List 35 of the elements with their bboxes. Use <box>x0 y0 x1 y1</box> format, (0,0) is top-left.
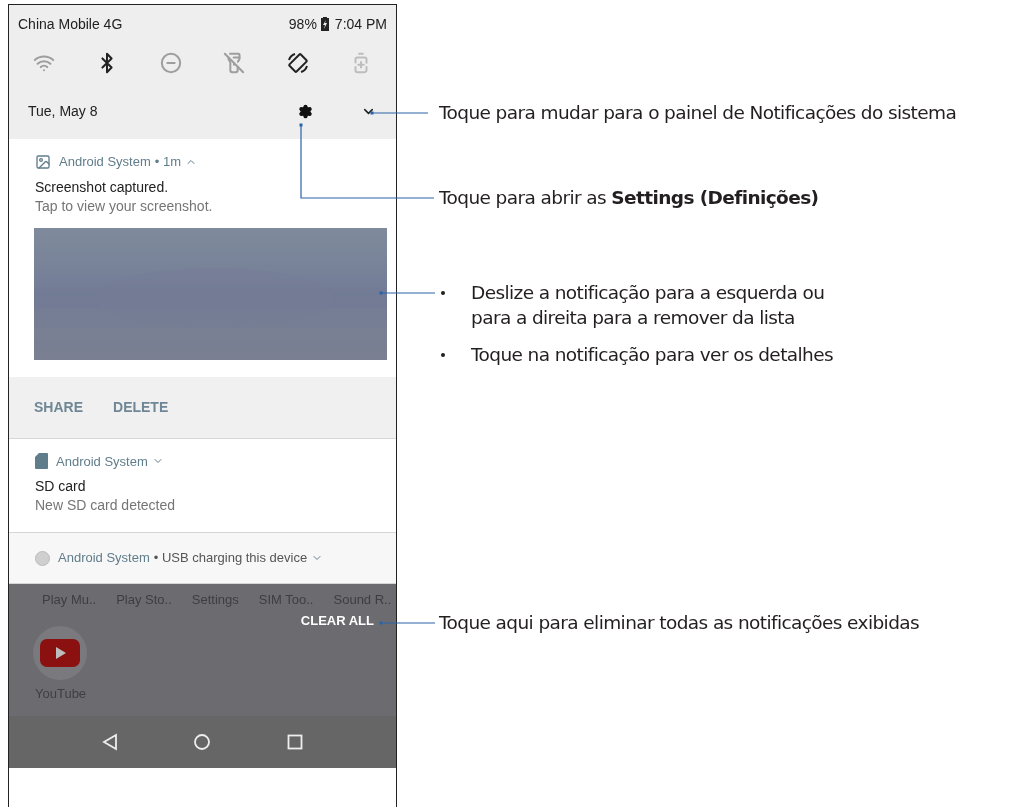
app-name: Android System <box>58 549 150 568</box>
bullet-icon <box>441 291 445 295</box>
notification-title: Screenshot captured. <box>34 177 170 197</box>
leader-line <box>379 621 436 625</box>
clock: 7:04 PM <box>334 14 387 34</box>
leader-line <box>370 111 429 115</box>
annotation-text: Toque na notificação para ver os detalhes <box>471 343 833 367</box>
overview-icon[interactable] <box>287 734 304 750</box>
app-name: Android System <box>59 153 151 171</box>
notification-text: New SD card detected <box>34 496 177 515</box>
notification-meta: • 1m <box>154 153 181 171</box>
settings-icon[interactable] <box>298 103 313 119</box>
notification-text: Tap to view your screenshot. <box>34 196 214 216</box>
carrier-label: China Mobile 4G <box>18 14 123 34</box>
annotation-text: Toque para mudar para o painel de Notificações do sistema <box>439 101 957 125</box>
battery-level: 98% <box>288 14 317 34</box>
bullet-icon <box>441 353 445 357</box>
app-name: Android System <box>56 452 148 471</box>
notification-card[interactable]: Android System • USB charging this device <box>9 533 396 584</box>
minus-circle-icon[interactable] <box>159 52 182 74</box>
back-icon[interactable] <box>101 733 118 751</box>
annotation-text: Deslize a notificação para a esquerda ou para a direita para a remover da lista <box>471 281 826 330</box>
notification-meta: • USB charging this device <box>153 549 308 568</box>
date-label: Tue, May 8 <box>28 101 99 121</box>
image-icon <box>35 153 51 170</box>
annotation-text: Toque para abrir as Settings (Definições) <box>439 186 819 210</box>
clear-all-button[interactable]: CLEAR ALL <box>298 611 376 631</box>
flashlight-off-icon[interactable] <box>223 52 246 74</box>
notification-title: SD card <box>34 477 87 496</box>
annotation-text: Toque aqui para eliminar todas as notificações exibidas <box>439 611 920 635</box>
sd-card-icon <box>35 453 48 470</box>
rotate-icon[interactable] <box>285 51 310 75</box>
home-icon[interactable] <box>193 733 212 751</box>
leader-line <box>379 291 436 295</box>
battery-icon <box>320 17 329 31</box>
